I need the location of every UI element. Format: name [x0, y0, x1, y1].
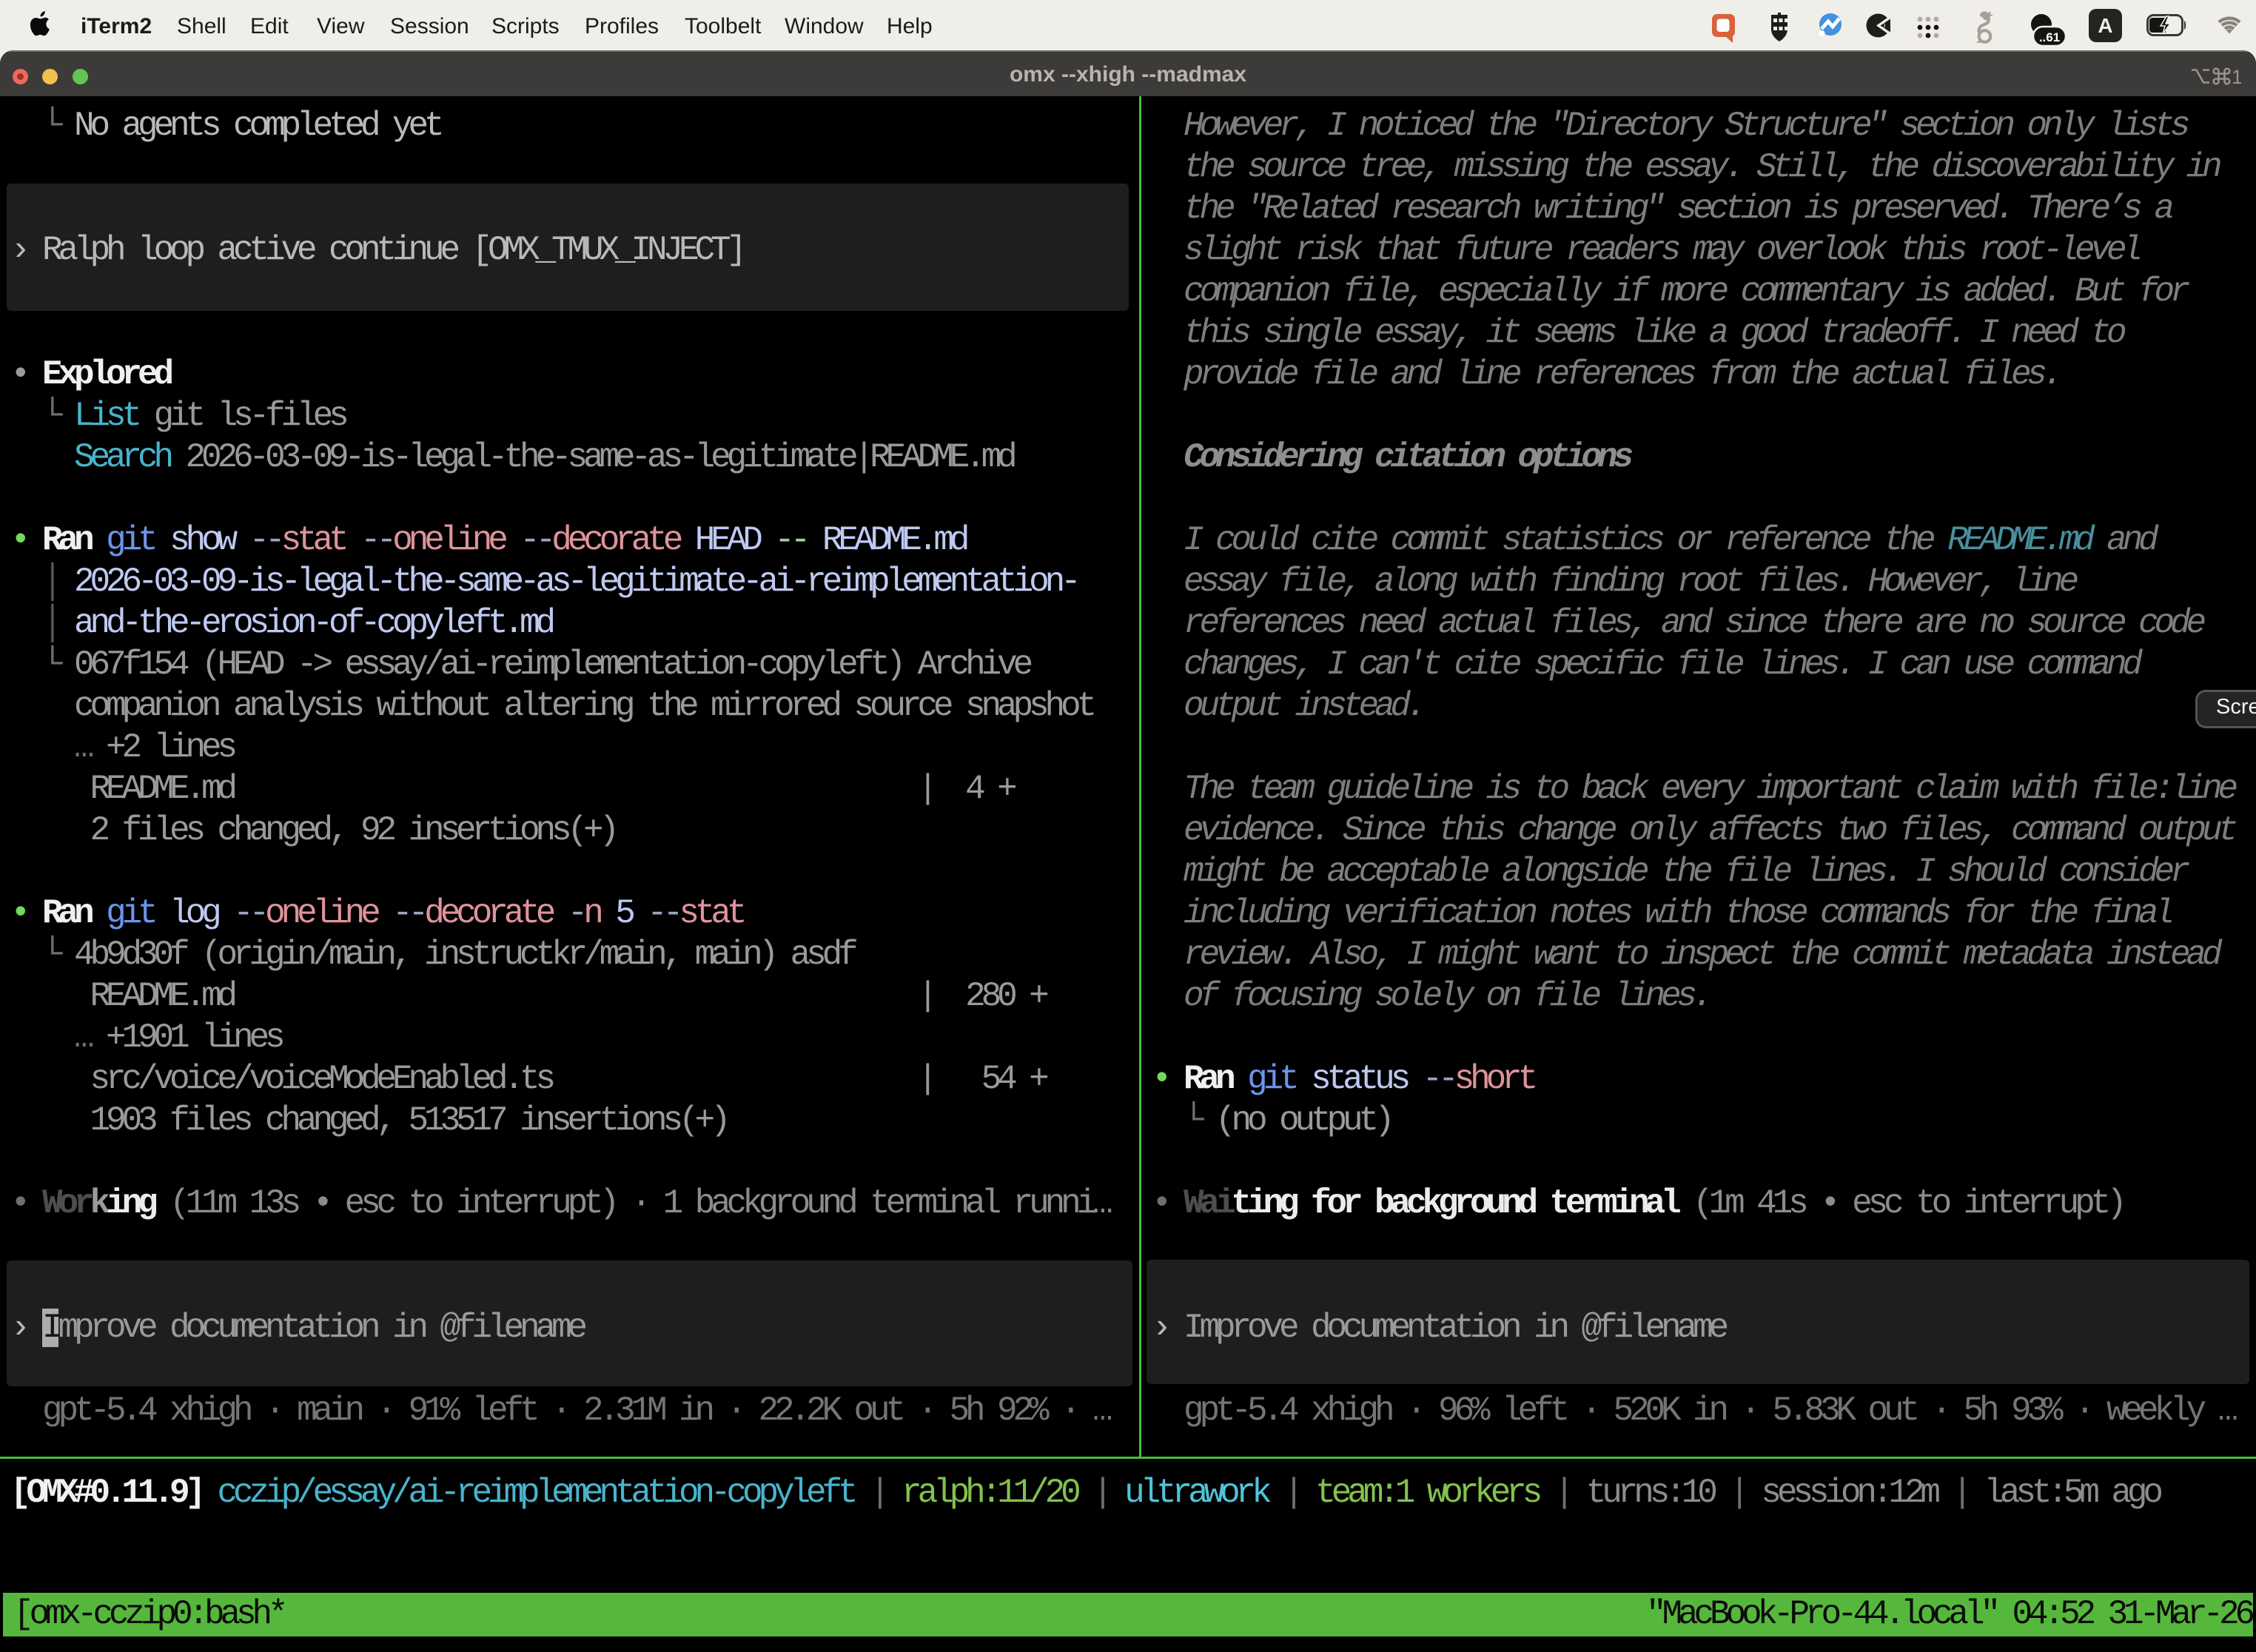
svg-text:1: 1 [2232, 66, 2241, 87]
svg-text:..61: ..61 [2039, 30, 2060, 44]
